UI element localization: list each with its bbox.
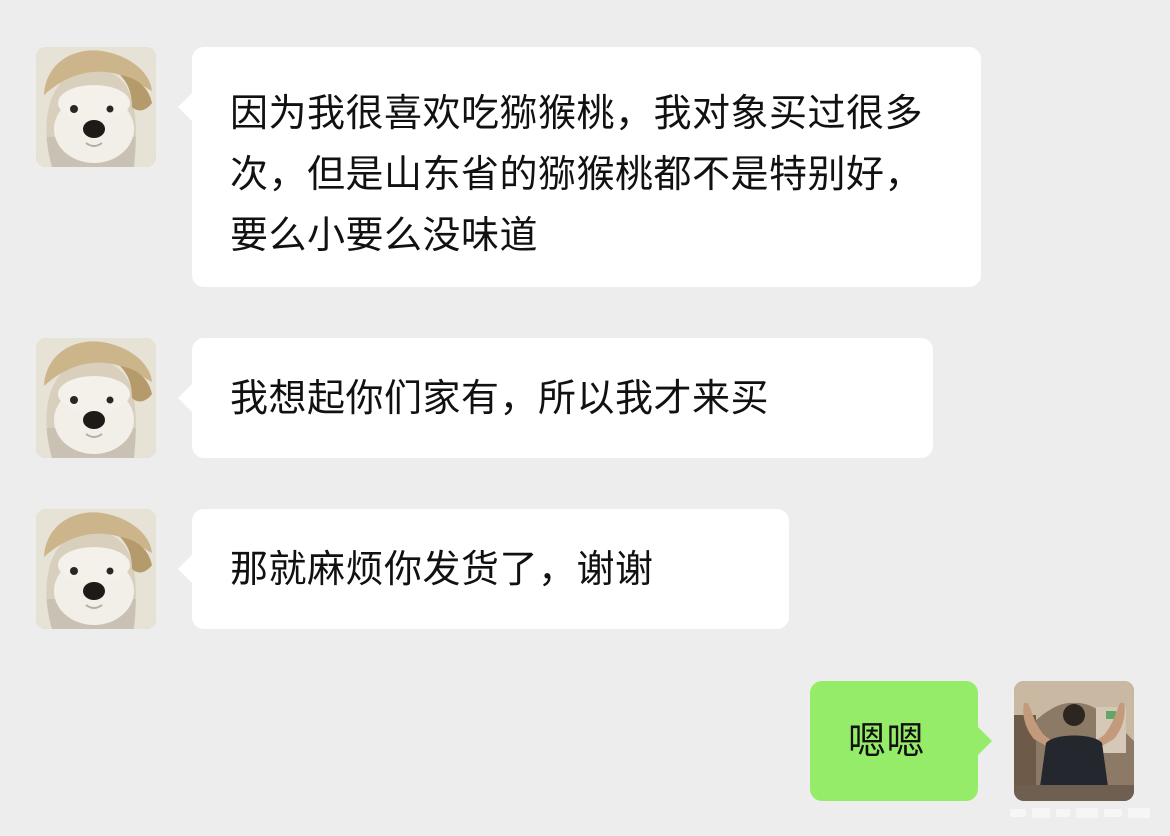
bubble-tail	[178, 384, 192, 412]
message-text: 我想起你们家有，所以我才来买	[230, 376, 770, 420]
dog-plush-hat-avatar-icon	[36, 47, 156, 167]
man-flexing-photo-avatar-icon	[1014, 681, 1134, 801]
message-text: 嗯嗯	[848, 719, 926, 763]
message-bubble-outgoing[interactable]: 嗯嗯	[810, 681, 992, 801]
bubble-tail	[178, 93, 192, 121]
message-bubble-incoming[interactable]: 那就麻烦你发货了，谢谢	[178, 509, 789, 629]
dog-plush-hat-avatar-icon	[36, 338, 156, 458]
message-bubble-incoming[interactable]: 因为我很喜欢吃猕猴桃，我对象买过很多次，但是山东省的猕猴桃都不是特别好，要么小要…	[178, 47, 981, 287]
message-text: 因为我很喜欢吃猕猴桃，我对象买过很多次，但是山东省的猕猴桃都不是特别好，要么小要…	[230, 91, 924, 257]
self-avatar[interactable]	[1014, 681, 1134, 801]
dog-plush-hat-avatar-icon	[36, 509, 156, 629]
message-bubble-incoming[interactable]: 我想起你们家有，所以我才来买	[178, 338, 933, 458]
bubble-tail	[178, 555, 192, 583]
bubble-tail	[978, 727, 992, 755]
message-text: 那就麻烦你发货了，谢谢	[230, 547, 654, 591]
watermark-icon	[1010, 808, 1150, 818]
contact-avatar[interactable]	[36, 509, 156, 629]
contact-avatar[interactable]	[36, 47, 156, 167]
contact-avatar[interactable]	[36, 338, 156, 458]
